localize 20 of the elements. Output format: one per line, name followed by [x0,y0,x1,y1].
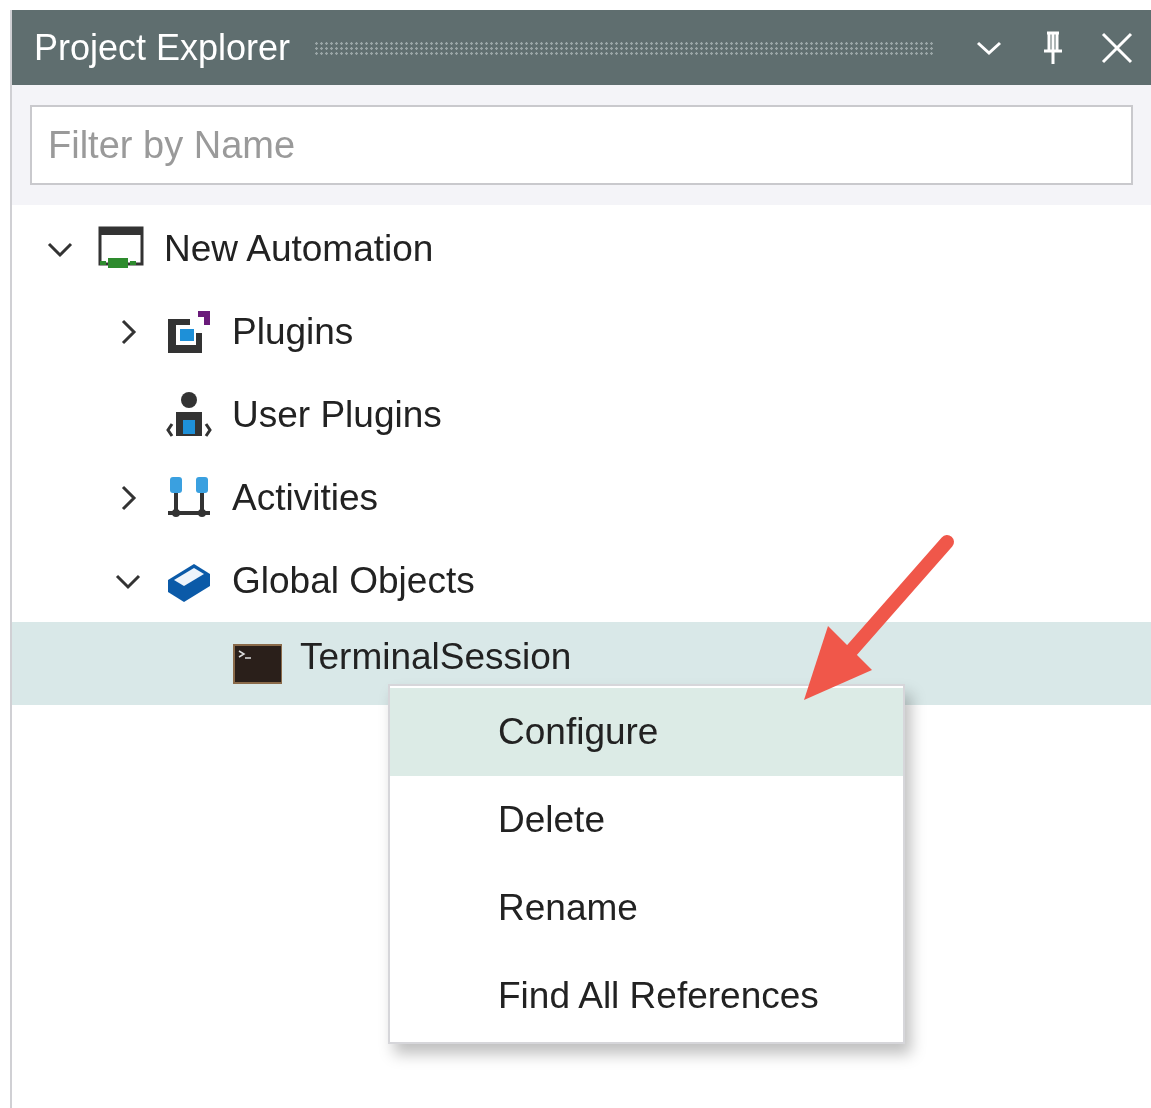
panel-title: Project Explorer [34,25,291,70]
menu-item[interactable]: Find All References [390,952,903,1040]
tree-item-label: Activities [232,475,378,520]
tree-item[interactable]: Activities [12,456,1151,539]
tree-item[interactable]: New Automation [12,207,1151,290]
tree-item[interactable]: Plugins [12,290,1151,373]
tree-item-label: Global Objects [232,558,475,603]
tree-item[interactable]: Global Objects [12,539,1151,622]
tree-item-label: User Plugins [232,392,442,437]
menu-item[interactable]: Delete [390,776,903,864]
menu-item[interactable]: Configure [390,688,903,776]
tree-item-label: Plugins [232,309,354,354]
filter-field[interactable]: Filter by Name [30,105,1133,185]
menu-item[interactable]: Rename [390,864,903,952]
tree-item[interactable]: User Plugins [12,373,1151,456]
pin-icon [1042,30,1064,65]
chevron-down-icon [976,39,1002,56]
tree-item-label: New Automation [164,226,434,271]
tree-item-label: TerminalSession [300,634,572,679]
close-icon [1101,31,1133,64]
